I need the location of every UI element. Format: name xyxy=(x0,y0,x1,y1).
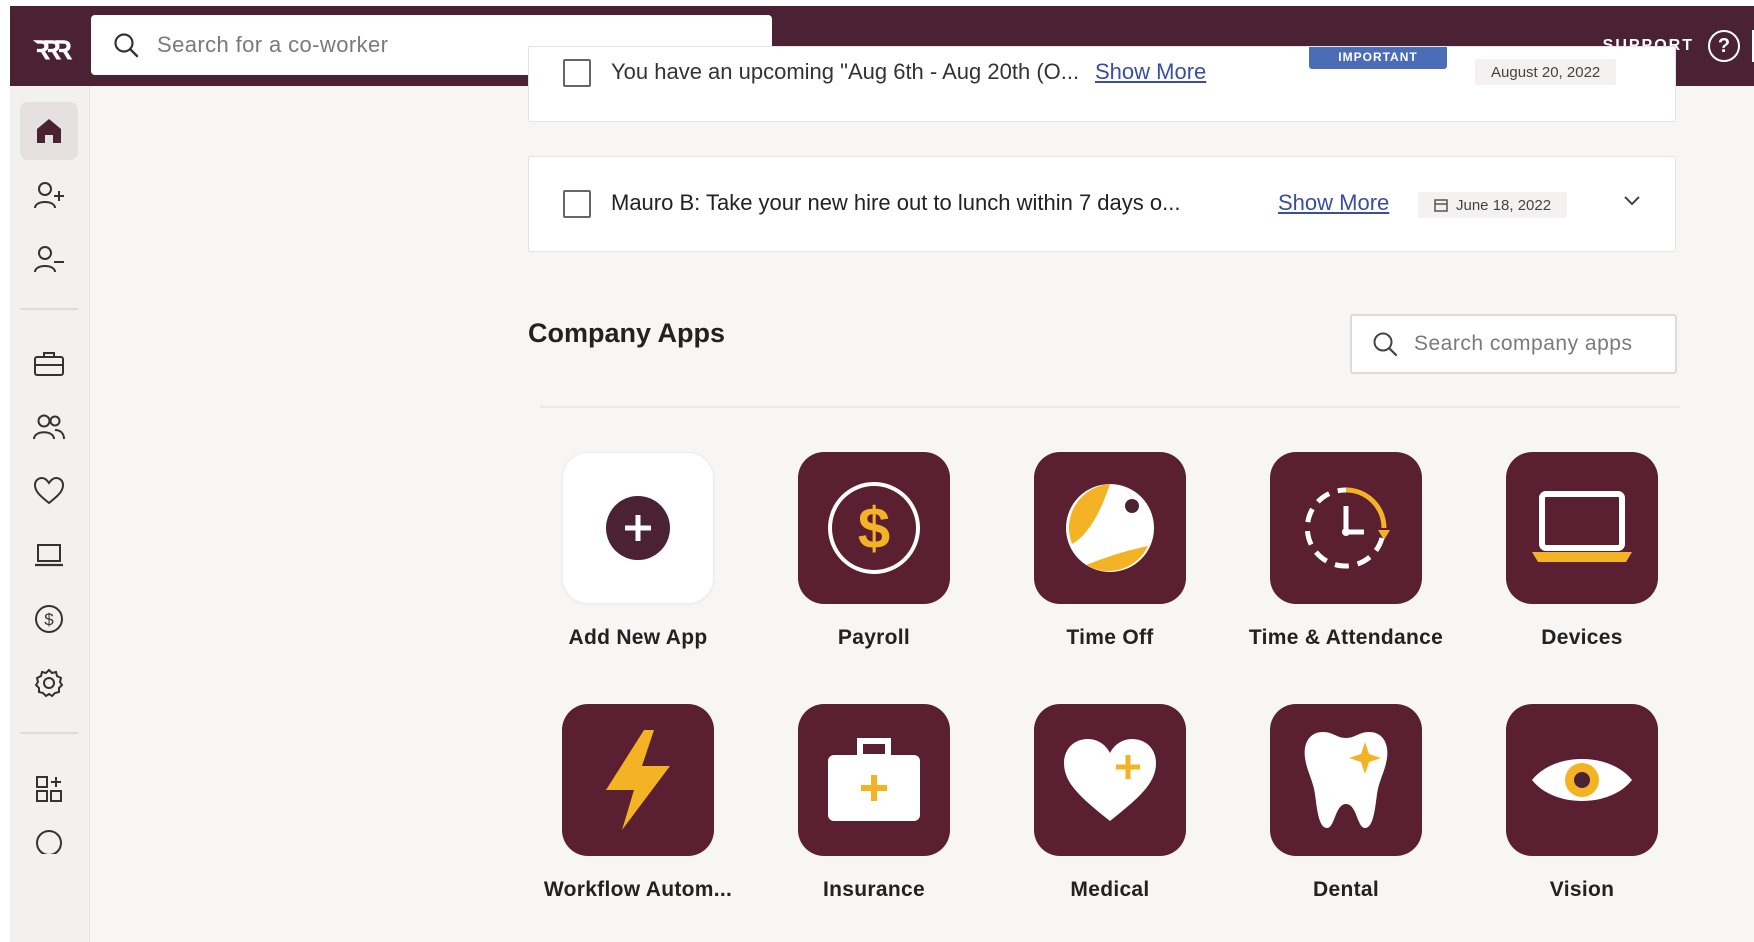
task-card[interactable]: You have an upcoming "Aug 6th - Aug 20th… xyxy=(528,46,1676,122)
apps-search-placeholder: Search company apps xyxy=(1414,332,1633,355)
app-medical[interactable]: Medical xyxy=(990,704,1230,902)
svg-text:$: $ xyxy=(44,610,54,629)
sidebar-item-work[interactable] xyxy=(20,334,78,392)
task-checkbox[interactable] xyxy=(563,59,591,87)
sidebar-item-settings[interactable] xyxy=(20,654,78,712)
laptop-icon xyxy=(1532,491,1632,562)
task-text: You have an upcoming "Aug 6th - Aug 20th… xyxy=(611,59,1080,84)
sidebar-item-devices[interactable] xyxy=(20,526,78,584)
sidebar-divider xyxy=(20,732,78,734)
app-workflow-automator[interactable]: Workflow Autom... xyxy=(518,704,758,902)
search-icon xyxy=(1373,332,1398,357)
task-date-chip: June 18, 2022 xyxy=(1418,192,1568,218)
important-badge: IMPORTANT xyxy=(1309,47,1447,69)
app-time-attendance[interactable]: Time & Attendance xyxy=(1226,452,1466,650)
app-window: ꝛꝛꝛ Search for a co-worker SUPPORT ? xyxy=(10,6,1754,942)
home-icon xyxy=(37,119,61,143)
sidebar-item-home[interactable] xyxy=(20,102,78,160)
logo[interactable]: ꝛꝛꝛ xyxy=(10,6,90,86)
tooth-icon xyxy=(1304,732,1388,828)
eye-icon xyxy=(1532,759,1632,801)
task-text: Mauro B: Take your new hire out to lunch… xyxy=(611,190,1181,215)
beach-ball-icon xyxy=(1066,484,1154,572)
app-vision[interactable]: Vision xyxy=(1462,704,1702,902)
dollar-coin-icon: $ xyxy=(828,482,920,574)
search-icon xyxy=(114,33,139,58)
sidebar-item-people[interactable] xyxy=(20,398,78,456)
app-add-new[interactable]: Add New App xyxy=(518,452,758,650)
task-date-chip: August 20, 2022 xyxy=(1475,59,1617,85)
sidebar-divider xyxy=(20,308,78,310)
clock-icon xyxy=(1304,487,1390,569)
task-card[interactable]: Mauro B: Take your new hire out to lunch… xyxy=(528,156,1676,252)
task-checkbox[interactable] xyxy=(563,190,591,218)
circle-icon xyxy=(36,830,62,854)
medical-kit-icon xyxy=(828,738,920,821)
sidebar-item-offboard[interactable] xyxy=(20,230,78,288)
show-more-link[interactable]: Show More xyxy=(1095,59,1206,85)
sidebar-item-payroll[interactable]: $ xyxy=(20,590,78,648)
sidebar-item-app-directory[interactable] xyxy=(20,760,78,818)
svg-text:$: $ xyxy=(858,496,890,561)
sidebar: $ xyxy=(10,86,90,942)
divider xyxy=(540,406,1680,408)
chevron-down-icon[interactable] xyxy=(1623,195,1641,207)
company-apps-title: Company Apps xyxy=(528,318,726,348)
remove-person-icon xyxy=(34,246,64,273)
app-dental[interactable]: Dental xyxy=(1226,704,1466,902)
heart-icon xyxy=(33,476,65,505)
show-more-link[interactable]: Show More xyxy=(1278,190,1389,216)
help-icon[interactable]: ? xyxy=(1708,30,1740,62)
app-insurance[interactable]: Insurance xyxy=(754,704,994,902)
company-apps-search-input[interactable]: Search company apps xyxy=(1350,314,1677,374)
briefcase-icon xyxy=(34,352,64,376)
app-payroll[interactable]: $ Payroll xyxy=(754,452,994,650)
app-time-off[interactable]: Time Off xyxy=(990,452,1230,650)
add-app-icon xyxy=(606,496,670,560)
dollar-icon: $ xyxy=(35,605,63,633)
heart-plus-icon xyxy=(1064,739,1156,821)
gear-icon xyxy=(34,668,64,698)
add-person-icon xyxy=(34,182,64,209)
laptop-icon xyxy=(35,544,63,567)
sidebar-item-more[interactable] xyxy=(20,824,78,854)
sidebar-item-onboard[interactable] xyxy=(20,166,78,224)
sidebar-item-benefits[interactable] xyxy=(20,462,78,520)
apps-add-icon xyxy=(36,776,62,802)
people-icon xyxy=(33,414,65,440)
search-placeholder: Search for a co-worker xyxy=(157,32,389,57)
lightning-icon xyxy=(606,730,670,830)
calendar-icon xyxy=(1434,199,1448,212)
app-devices[interactable]: Devices xyxy=(1462,452,1702,650)
